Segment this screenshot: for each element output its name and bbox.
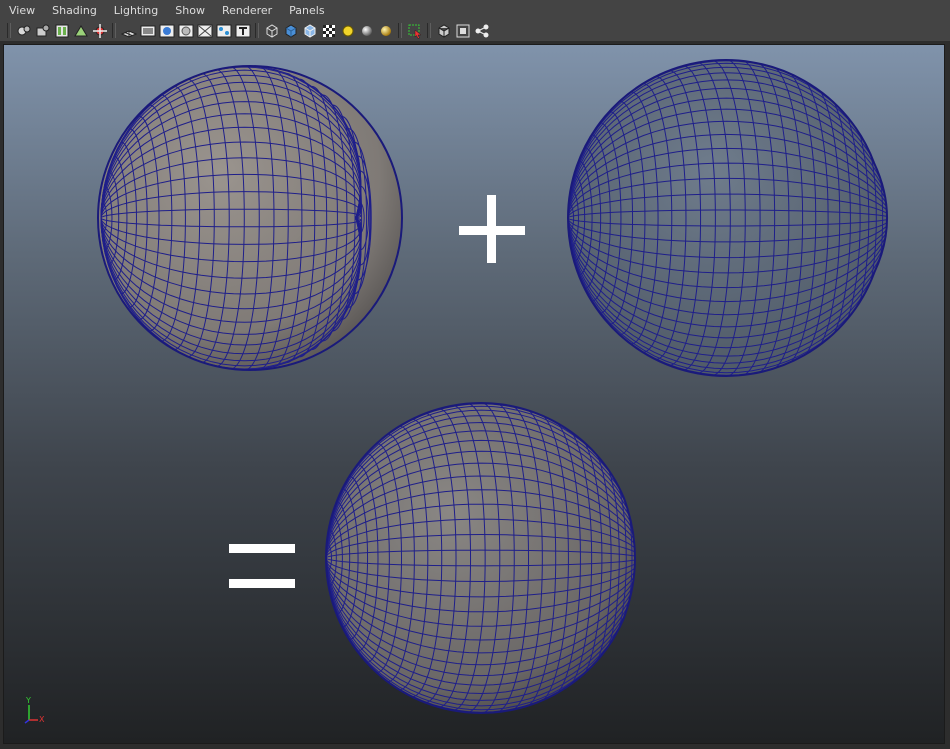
gate-mask-icon[interactable]	[178, 23, 194, 39]
toolbar-separator	[112, 23, 116, 38]
shadows-icon[interactable]	[359, 23, 375, 39]
wireframe-edge	[639, 550, 642, 566]
wireframe-icon[interactable]	[264, 23, 280, 39]
wireframe-edge	[636, 544, 641, 573]
image-plane-icon[interactable]	[54, 23, 70, 39]
safe-action-icon[interactable]	[216, 23, 232, 39]
default-light-icon[interactable]	[340, 23, 356, 39]
textured-icon[interactable]	[321, 23, 337, 39]
field-chart-icon[interactable]	[197, 23, 213, 39]
smooth-shade-icon[interactable]	[283, 23, 299, 39]
grid-icon[interactable]	[120, 23, 137, 39]
viewport-scene: Y X	[24, 59, 896, 724]
axis-gizmo: Y X	[24, 696, 45, 724]
panel-toolbar	[0, 20, 950, 41]
sphere-left[interactable]	[97, 65, 403, 371]
viewport-menubar: View Shading Lighting Show Renderer Pane…	[0, 0, 950, 20]
y-axis-label: Y	[25, 696, 31, 705]
toolbar-separator	[427, 23, 431, 38]
xray-icon[interactable]	[455, 23, 471, 39]
toolbar-separator	[7, 23, 11, 38]
pan-zoom-icon[interactable]	[73, 23, 89, 39]
x-axis-label: X	[39, 715, 45, 724]
resolution-gate-icon[interactable]	[159, 23, 175, 39]
wireframe-on-shaded-icon[interactable]	[302, 23, 318, 39]
menu-renderer[interactable]: Renderer	[213, 4, 280, 17]
high-quality-icon[interactable]	[378, 23, 394, 39]
wireframe-edge	[888, 189, 896, 247]
film-gate-icon[interactable]	[140, 23, 156, 39]
plus-symbol	[459, 195, 525, 263]
eyeball-right[interactable]	[566, 59, 896, 377]
equals-symbol	[229, 544, 295, 588]
menu-panels[interactable]: Panels	[280, 4, 332, 17]
eyeball-combined[interactable]	[324, 402, 642, 714]
bookmark-icon[interactable]	[35, 23, 51, 39]
menu-view[interactable]: View	[0, 4, 43, 17]
toolbar-separator	[255, 23, 259, 38]
perspective-viewport[interactable]: Y X	[3, 44, 945, 744]
wireframe-edge	[636, 542, 642, 574]
z-axis-line	[24, 719, 30, 724]
two-d-pan-icon[interactable]	[92, 23, 108, 39]
select-camera-icon[interactable]	[407, 23, 423, 39]
menu-lighting[interactable]: Lighting	[105, 4, 166, 17]
isolate-select-icon[interactable]	[436, 23, 452, 39]
menu-show[interactable]: Show	[166, 4, 213, 17]
wireframe-edge	[890, 203, 895, 232]
menu-shading[interactable]: Shading	[43, 4, 105, 17]
node-network-icon[interactable]	[474, 23, 490, 39]
toolbar-separator	[398, 23, 402, 38]
camera-attributes-icon[interactable]	[16, 23, 32, 39]
safe-title-icon[interactable]	[235, 23, 251, 39]
